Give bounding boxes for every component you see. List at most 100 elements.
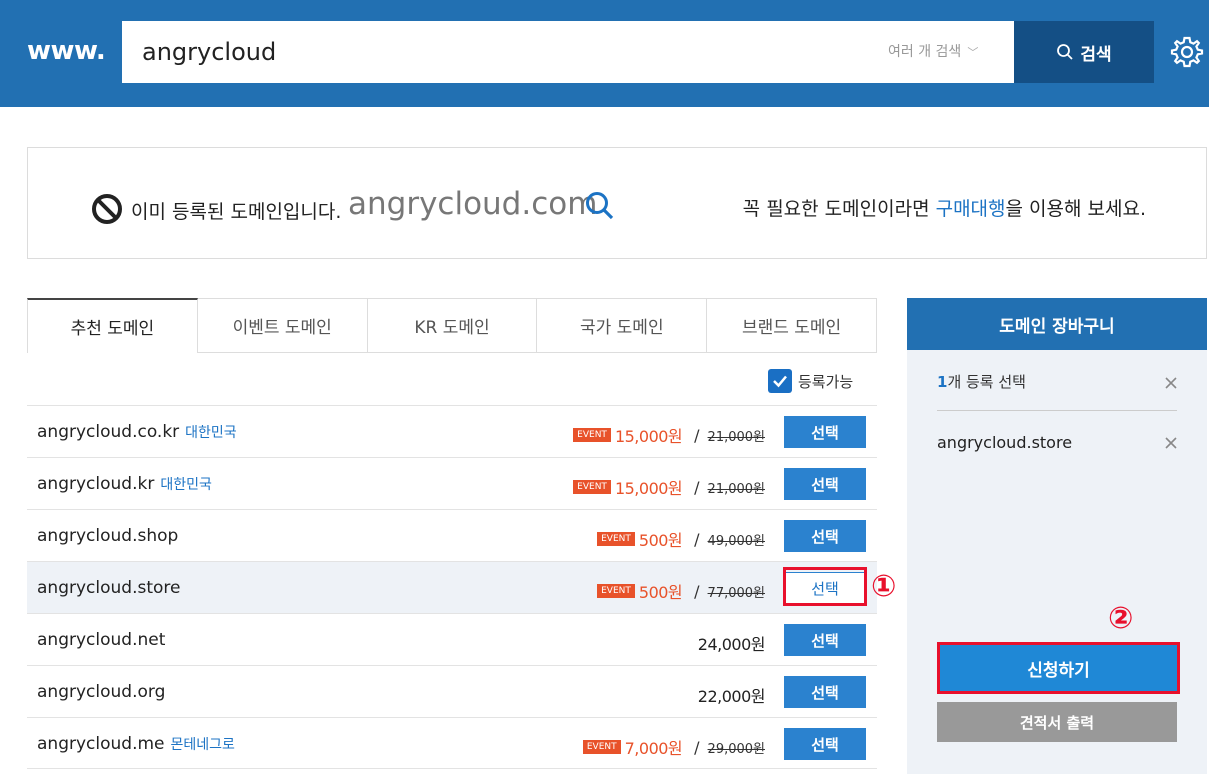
domain-name: angrycloud.store bbox=[37, 578, 180, 598]
domain-text: angrycloud.net bbox=[37, 630, 166, 650]
select-button[interactable]: 선택 bbox=[784, 676, 866, 708]
domain-text: angrycloud.co.kr bbox=[37, 422, 180, 442]
notice-message: 이미 등록된 도메인입니다. bbox=[131, 201, 342, 223]
original-price: 49,000원 bbox=[707, 533, 765, 549]
select-button[interactable]: 선택 bbox=[784, 520, 866, 552]
purchase-agent-hint: 꼭 필요한 도메인이라면 구매대행을 이용해 보세요. bbox=[743, 194, 1146, 221]
whois-search-icon[interactable] bbox=[584, 190, 616, 222]
sale-price: 15,000원 bbox=[614, 427, 683, 446]
original-price: 21,000원 bbox=[707, 429, 765, 445]
purchase-agent-link[interactable]: 구매대행 bbox=[936, 198, 1006, 220]
price-area: EVENT 15,000원 / 21,000원 bbox=[573, 475, 765, 499]
table-row: angrycloud.kr 대한민국 EVENT 15,000원 / 21,000원 선… bbox=[27, 457, 877, 509]
country-label: 몬테네그로 bbox=[170, 737, 235, 753]
tab-country[interactable]: 국가 도메인 bbox=[537, 298, 708, 353]
price-divider: / bbox=[694, 477, 700, 497]
search-button[interactable]: 검색 bbox=[1014, 21, 1154, 83]
event-badge: EVENT bbox=[573, 480, 611, 494]
available-filter[interactable]: 등록가능 bbox=[768, 369, 853, 393]
prohibited-icon bbox=[92, 194, 122, 224]
cart-divider bbox=[937, 410, 1177, 411]
sale-price: 500원 bbox=[638, 531, 683, 550]
country-label: 대한민국 bbox=[160, 477, 212, 493]
sale-price: 15,000원 bbox=[614, 479, 683, 498]
domain-tabs: 추천 도메인 이벤트 도메인 KR 도메인 국가 도메인 브랜드 도메인 bbox=[27, 298, 877, 353]
select-button[interactable]: 선택 bbox=[784, 416, 866, 448]
cart-title: 도메인 장바구니 bbox=[907, 298, 1207, 350]
price-area: 24,000원 bbox=[697, 631, 766, 655]
domain-name: angrycloud.org bbox=[37, 682, 165, 702]
print-quote-button[interactable]: 견적서 출력 bbox=[937, 702, 1177, 742]
domain-name: angrycloud.me 몬테네그로 bbox=[37, 734, 235, 754]
table-row: angrycloud.me 몬테네그로 EVENT 7,000원 / 29,000원 선… bbox=[27, 717, 877, 769]
event-badge: EVENT bbox=[573, 428, 611, 442]
cart-count-label: 개 등록 선택 bbox=[947, 373, 1026, 391]
cart-count: 1개 등록 선택 bbox=[937, 371, 1026, 392]
price-divider: / bbox=[694, 425, 700, 445]
event-badge: EVENT bbox=[597, 584, 635, 598]
available-checkbox[interactable] bbox=[768, 369, 792, 393]
domain-text: angrycloud.shop bbox=[37, 526, 179, 546]
sale-price: 500원 bbox=[638, 583, 683, 602]
domain-text: angrycloud.store bbox=[37, 578, 181, 598]
domain-text: angrycloud.kr bbox=[37, 474, 155, 494]
search-button-label: 검색 bbox=[1080, 44, 1112, 65]
country-label: 대한민국 bbox=[185, 425, 237, 441]
domain-name: angrycloud.co.kr 대한민국 bbox=[37, 422, 237, 442]
remove-item-icon[interactable] bbox=[1164, 436, 1178, 450]
price: 24,000원 bbox=[697, 635, 766, 654]
original-price: 77,000원 bbox=[707, 585, 765, 601]
select-button[interactable]: 선택 bbox=[784, 728, 866, 760]
hint-prefix: 꼭 필요한 도메인이라면 bbox=[742, 198, 936, 220]
tab-recommended[interactable]: 추천 도메인 bbox=[27, 298, 198, 353]
annotation-number-2: ② bbox=[1108, 601, 1134, 636]
cart-count-number: 1 bbox=[937, 373, 948, 391]
top-header: www. 여러 개 검색 ﹀ 검색 bbox=[0, 0, 1209, 107]
event-badge: EVENT bbox=[582, 740, 621, 754]
search-box: 여러 개 검색 ﹀ bbox=[122, 21, 1014, 83]
price-area: EVENT 500원 / 77,000원 bbox=[597, 579, 765, 603]
apply-button[interactable]: 신청하기 bbox=[940, 645, 1177, 691]
price-area: 22,000원 bbox=[697, 683, 766, 707]
price-divider: / bbox=[694, 581, 700, 601]
select-button[interactable]: 선택 bbox=[784, 468, 866, 500]
event-badge: EVENT bbox=[597, 532, 635, 546]
price-divider: / bbox=[694, 737, 700, 757]
search-input[interactable] bbox=[142, 21, 842, 83]
table-row: angrycloud.org 22,000원 선택 bbox=[27, 665, 877, 717]
multi-search-label: 여러 개 검색 bbox=[888, 44, 962, 60]
tab-brand[interactable]: 브랜드 도메인 bbox=[707, 298, 877, 353]
price-divider: / bbox=[694, 529, 700, 549]
available-label: 등록가능 bbox=[798, 372, 854, 391]
price-area: EVENT 500원 / 49,000원 bbox=[597, 527, 765, 551]
logo[interactable]: www. bbox=[27, 36, 106, 66]
tab-event[interactable]: 이벤트 도메인 bbox=[197, 298, 368, 353]
tab-kr[interactable]: KR 도메인 bbox=[367, 298, 538, 353]
registered-domain: angrycloud.com bbox=[348, 186, 598, 222]
select-button[interactable]: 선택 bbox=[784, 624, 866, 656]
hint-suffix: 을 이용해 보세요. bbox=[1005, 198, 1146, 220]
search-icon bbox=[1057, 44, 1073, 60]
table-row: angrycloud.shop EVENT 500원 / 49,000원 선택 bbox=[27, 509, 877, 561]
clear-all-icon[interactable] bbox=[1164, 376, 1178, 390]
table-row: angrycloud.co.kr 대한민국 EVENT 15,000원 / 21,000… bbox=[27, 405, 877, 457]
original-price: 29,000원 bbox=[707, 741, 765, 757]
table-row: angrycloud.net 24,000원 선택 bbox=[27, 613, 877, 665]
domain-name: angrycloud.net bbox=[37, 630, 165, 650]
select-button-selected[interactable]: 선택 bbox=[784, 572, 866, 604]
cart-item: angrycloud.store bbox=[937, 433, 1073, 452]
multi-search-dropdown[interactable]: 여러 개 검색 ﹀ bbox=[888, 41, 978, 61]
domain-text: angrycloud.org bbox=[37, 682, 166, 702]
domain-name: angrycloud.shop bbox=[37, 526, 178, 546]
check-icon bbox=[773, 375, 787, 388]
table-row: angrycloud.store EVENT 500원 / 77,000원 선택 bbox=[27, 561, 877, 613]
price-area: EVENT 15,000원 / 21,000원 bbox=[573, 423, 765, 447]
gear-icon[interactable] bbox=[1170, 35, 1204, 69]
price: 22,000원 bbox=[697, 687, 766, 706]
sale-price: 7,000원 bbox=[624, 739, 683, 758]
domain-name: angrycloud.kr 대한민국 bbox=[37, 474, 212, 494]
registered-notice: 이미 등록된 도메인입니다. angrycloud.com 꼭 필요한 도메인이… bbox=[27, 147, 1207, 259]
domain-list: angrycloud.co.kr 대한민국 EVENT 15,000원/21,000… bbox=[27, 405, 877, 769]
annotation-number-1: ① bbox=[871, 569, 897, 604]
price-area: EVENT 7,000원 / 29,000원 bbox=[582, 735, 765, 759]
